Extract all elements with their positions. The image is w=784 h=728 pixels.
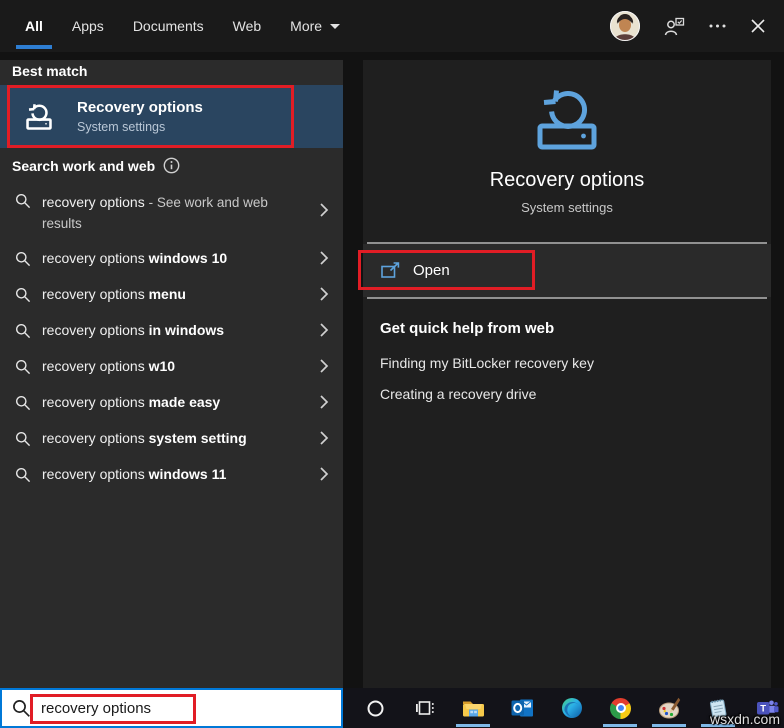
results-panel: Best match Recovery options System setti…: [0, 60, 343, 688]
search-suggestion[interactable]: recovery options w10: [0, 348, 343, 384]
open-action[interactable]: Open: [363, 244, 771, 297]
chevron-right-icon: [319, 358, 329, 374]
search-icon: [15, 431, 31, 447]
tab-all[interactable]: All: [16, 0, 52, 52]
taskbar-taskview-icon[interactable]: [400, 688, 449, 728]
best-match-subtitle: System settings: [77, 120, 166, 134]
chevron-right-icon: [319, 322, 329, 338]
best-match-title: Recovery options: [77, 99, 203, 116]
search-icon: [15, 395, 31, 411]
chevron-right-icon: [319, 466, 329, 482]
help-link[interactable]: Creating a recovery drive: [380, 386, 594, 402]
search-icon: [15, 251, 31, 267]
ellipsis-icon[interactable]: [709, 24, 726, 28]
search-suggestions-list: recovery options - See work and web resu…: [0, 186, 343, 492]
taskbar-edge-icon[interactable]: [547, 688, 596, 728]
search-icon: [15, 287, 31, 303]
search-icon: [15, 193, 31, 209]
chevron-right-icon: [319, 202, 329, 218]
watermark: wsxdn.com: [709, 711, 780, 727]
search-work-web-header: Search work and web: [12, 157, 180, 174]
search-suggestion[interactable]: recovery options in windows: [0, 312, 343, 348]
search-suggestion[interactable]: recovery options made easy: [0, 384, 343, 420]
divider: [367, 297, 767, 299]
open-external-icon: [381, 262, 400, 279]
taskbar-cortana-icon[interactable]: [351, 688, 400, 728]
open-label: Open: [413, 262, 450, 279]
search-results-area: Best match Recovery options System setti…: [0, 52, 784, 688]
best-match-header: Best match: [12, 63, 88, 79]
taskbar-outlook-icon[interactable]: [498, 688, 547, 728]
taskbar: recovery options T wsxdn.com: [0, 688, 784, 728]
topbar-actions: [610, 0, 766, 52]
best-match-result[interactable]: Recovery options System settings: [0, 85, 343, 148]
info-icon[interactable]: [163, 157, 180, 174]
taskbar-explorer-icon[interactable]: [449, 688, 498, 728]
tab-documents[interactable]: Documents: [133, 0, 204, 52]
help-header: Get quick help from web: [380, 320, 555, 337]
chevron-right-icon: [319, 430, 329, 446]
tab-web[interactable]: Web: [233, 0, 262, 52]
tab-more[interactable]: More: [290, 0, 341, 52]
recovery-options-icon: [22, 103, 56, 131]
search-suggestion[interactable]: recovery options windows 11: [0, 456, 343, 492]
avatar[interactable]: [610, 11, 640, 41]
recovery-options-large-icon: [527, 88, 607, 152]
feedback-icon[interactable]: [664, 17, 685, 36]
search-suggestion[interactable]: recovery options menu: [0, 276, 343, 312]
windows-search-flyout: All Apps Documents Web More Best match R…: [0, 0, 784, 728]
app-preview-card: Recovery options System settings: [363, 88, 771, 215]
search-suggestion[interactable]: recovery options - See work and web resu…: [0, 186, 343, 240]
search-work-web-label: Search work and web: [12, 157, 156, 174]
app-subtitle: System settings: [521, 200, 613, 215]
tab-apps[interactable]: Apps: [72, 0, 104, 52]
search-icon: [15, 467, 31, 483]
app-title: Recovery options: [489, 169, 645, 191]
search-icon: [15, 359, 31, 375]
search-icon: [12, 699, 31, 718]
caret-down-icon: [330, 23, 341, 29]
chevron-right-icon: [319, 286, 329, 302]
taskbar-search-input[interactable]: recovery options: [0, 688, 343, 728]
help-link[interactable]: Finding my BitLocker recovery key: [380, 355, 594, 371]
chevron-right-icon: [319, 250, 329, 266]
search-suggestion[interactable]: recovery options system setting: [0, 420, 343, 456]
help-links: Finding my BitLocker recovery key Creatin…: [380, 355, 594, 417]
search-filter-bar: All Apps Documents Web More: [0, 0, 784, 52]
search-icon: [15, 323, 31, 339]
chevron-right-icon: [319, 394, 329, 410]
close-icon[interactable]: [750, 18, 766, 34]
taskbar-paint-icon[interactable]: [645, 688, 694, 728]
taskbar-chrome-icon[interactable]: [596, 688, 645, 728]
preview-panel: Recovery options System settings Open Ge…: [363, 60, 771, 688]
search-query-text: recovery options: [41, 699, 152, 717]
search-suggestion[interactable]: recovery options windows 10: [0, 240, 343, 276]
